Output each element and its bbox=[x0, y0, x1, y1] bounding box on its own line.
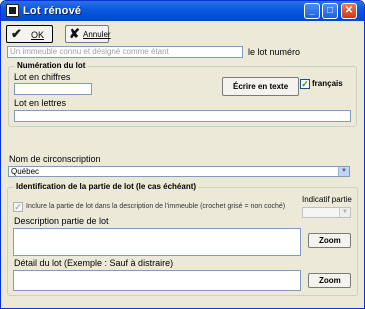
x-icon: ✘ bbox=[69, 26, 80, 41]
lot-numero-label: le lot numéro bbox=[248, 47, 301, 57]
lot-en-chiffres-input[interactable] bbox=[14, 83, 92, 95]
description-partie-input[interactable] bbox=[13, 228, 301, 256]
minimize-button[interactable]: _ bbox=[304, 3, 320, 19]
maximize-button[interactable]: □ bbox=[322, 3, 338, 19]
lot-en-chiffres-label: Lot en chiffres bbox=[14, 72, 71, 82]
lot-en-lettres-input[interactable] bbox=[14, 110, 351, 122]
zoom-detail-button[interactable]: Zoom bbox=[308, 273, 351, 288]
indicatif-partie-label: Indicatif partie bbox=[302, 195, 352, 204]
title-bar[interactable]: Lot rénové _ □ ✕ bbox=[1, 1, 364, 21]
detail-lot-label: Détail du lot (Exemple : Sauf à distrair… bbox=[14, 258, 174, 268]
description-partie-label: Description partie de lot bbox=[14, 216, 109, 226]
cancel-button[interactable]: ✘ Annuler bbox=[65, 25, 111, 43]
indicatif-partie-select[interactable]: ▼ bbox=[302, 207, 351, 218]
app-icon bbox=[6, 4, 19, 17]
ok-button-label: OK bbox=[31, 30, 45, 40]
cancel-button-label: Annuler bbox=[83, 30, 111, 39]
chevron-down-icon[interactable]: ▼ bbox=[338, 167, 349, 176]
detail-lot-input[interactable] bbox=[13, 270, 301, 291]
numeration-group-title: Numération du lot bbox=[15, 61, 88, 70]
window-title: Lot rénové bbox=[23, 5, 82, 17]
francais-checkbox[interactable]: ✓ bbox=[300, 79, 310, 89]
circonscription-select[interactable]: Québec ▼ bbox=[8, 166, 350, 177]
ecrire-en-texte-button[interactable]: Écrire en texte bbox=[222, 77, 299, 96]
ok-button[interactable]: ✔ OK bbox=[6, 25, 53, 43]
numeration-group: Numération du lot Lot en chiffres Écrire… bbox=[8, 61, 357, 127]
lot-renove-window: Lot rénové _ □ ✕ ✔ OK ✘ Annuler Un immeu… bbox=[0, 0, 365, 309]
include-partie-checkbox[interactable]: ✓ bbox=[13, 202, 23, 212]
checkmark-icon: ✔ bbox=[11, 26, 22, 41]
identification-group-title: Identification de la partie de lot (le c… bbox=[14, 182, 199, 191]
chevron-down-icon[interactable]: ▼ bbox=[339, 208, 350, 217]
zoom-detail-label: Zoom bbox=[319, 276, 341, 285]
circonscription-value: Québec bbox=[11, 167, 40, 176]
francais-label: français bbox=[312, 79, 343, 88]
zoom-description-label: Zoom bbox=[319, 236, 341, 245]
ecrire-en-texte-label: Écrire en texte bbox=[233, 82, 289, 91]
francais-box: ✓ français bbox=[300, 77, 351, 95]
lot-en-lettres-label: Lot en lettres bbox=[14, 98, 67, 108]
lot-description-field[interactable]: Un immeuble connu et désigné comme étant bbox=[7, 46, 243, 58]
include-partie-label: Inclure la partie de lot dans la descrip… bbox=[26, 203, 286, 210]
close-button[interactable]: ✕ bbox=[341, 3, 357, 19]
identification-group: Identification de la partie de lot (le c… bbox=[7, 182, 358, 296]
circonscription-label: Nom de circonscription bbox=[9, 154, 101, 164]
zoom-description-button[interactable]: Zoom bbox=[308, 233, 351, 248]
